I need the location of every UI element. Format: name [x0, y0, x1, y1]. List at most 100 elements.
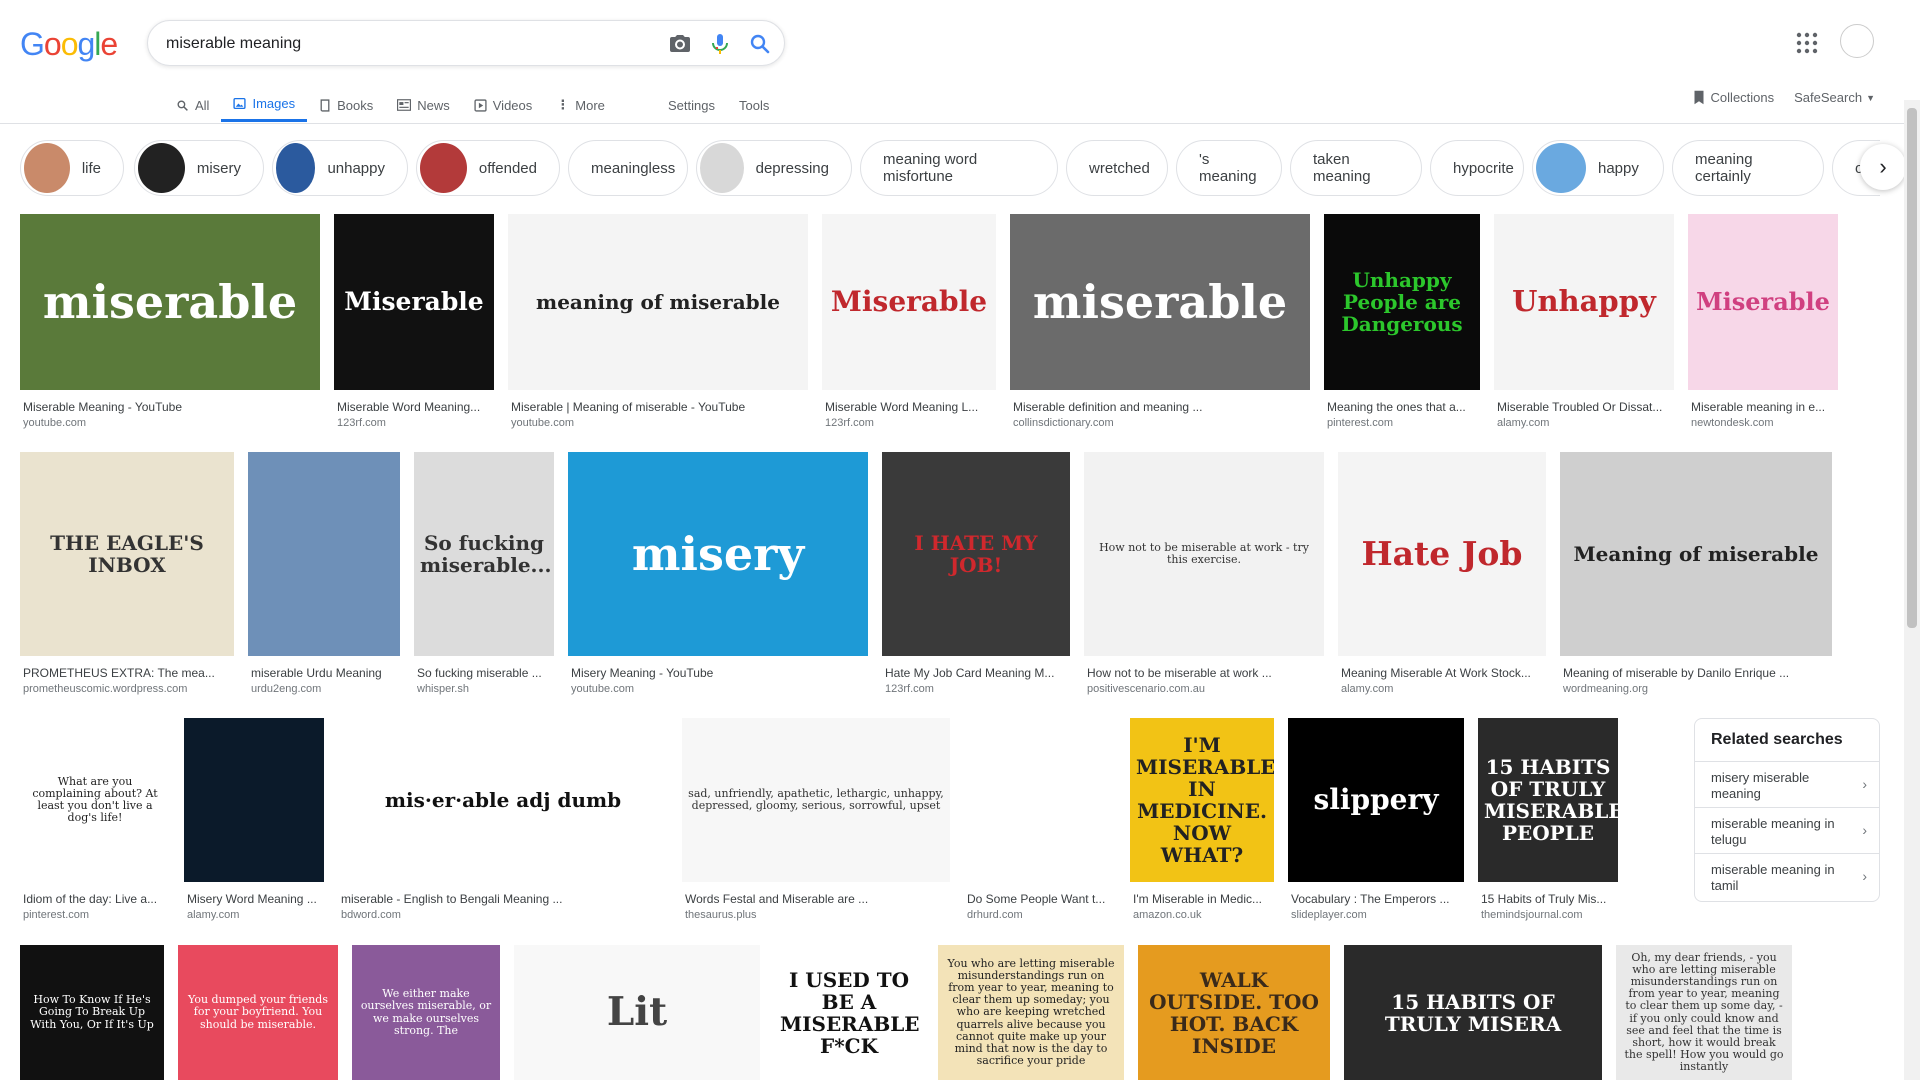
result-thumbnail[interactable]: misery [568, 452, 868, 656]
image-result[interactable]: 15 HABITS OF TRULY MISERABLE PEOPLE 15 Ha… [1478, 718, 1618, 921]
result-thumbnail[interactable]: Oh, my dear friends, - you who are letti… [1616, 945, 1792, 1080]
result-title[interactable]: How not to be miserable at work ... [1084, 666, 1324, 680]
result-title[interactable]: 15 Habits of Truly Mis... [1478, 892, 1618, 906]
chip-2[interactable]: misery [134, 140, 264, 196]
result-title[interactable]: miserable Urdu Meaning [248, 666, 400, 680]
result-thumbnail[interactable]: sad, unfriendly, apathetic, lethargic, u… [682, 718, 950, 882]
result-thumbnail[interactable]: Meaning of miserable [1560, 452, 1832, 656]
result-thumbnail[interactable]: How not to be miserable at work - try th… [1084, 452, 1324, 656]
microphone-icon[interactable] [708, 32, 732, 56]
chip-1[interactable]: life [20, 140, 124, 196]
result-thumbnail[interactable]: THE EAGLE'S INBOX [20, 452, 234, 656]
result-title[interactable]: Miserable Word Meaning L... [822, 400, 996, 414]
chip-7[interactable]: meaning word misfortune [860, 140, 1058, 196]
chip-4[interactable]: offended [416, 140, 560, 196]
result-thumbnail[interactable]: Miserable [822, 214, 996, 390]
result-thumbnail[interactable]: miserable [20, 214, 320, 390]
image-result[interactable]: You who are letting miserable misunderst… [938, 945, 1124, 1080]
result-thumbnail[interactable]: miserable [1010, 214, 1310, 390]
result-title[interactable]: I'm Miserable in Medic... [1130, 892, 1274, 906]
account-avatar[interactable] [1840, 24, 1874, 58]
result-thumbnail[interactable]: Miserable [334, 214, 494, 390]
image-result[interactable]: THE EAGLE'S INBOX PROMETHEUS EXTRA: The m… [20, 452, 234, 695]
result-title[interactable]: Hate My Job Card Meaning M... [882, 666, 1070, 680]
chip-12[interactable]: happy [1532, 140, 1664, 196]
apps-grid-icon[interactable] [1796, 32, 1818, 54]
result-thumbnail[interactable]: Miserable [1688, 214, 1838, 390]
result-thumbnail[interactable]: Unhappy [1494, 214, 1674, 390]
result-title[interactable]: So fucking miserable ... [414, 666, 554, 680]
result-thumbnail[interactable]: Lit [514, 945, 760, 1080]
chip-13[interactable]: meaning certainly [1672, 140, 1824, 196]
image-result[interactable]: Unhappy People are Dangerous Meaning the … [1324, 214, 1480, 429]
result-thumbnail[interactable]: 15 HABITS OF TRULY MISERABLE PEOPLE [1478, 718, 1618, 882]
image-result[interactable]: So fucking miserable... So fucking misera… [414, 452, 554, 695]
image-result[interactable]: Oh, my dear friends, - you who are letti… [1616, 945, 1792, 1080]
tab-more[interactable]: ⋮ More [544, 88, 617, 122]
result-title[interactable]: Vocabulary : The Emperors ... [1288, 892, 1464, 906]
result-title[interactable]: Do Some People Want t... [964, 892, 1116, 906]
result-title[interactable]: Misery Meaning - YouTube [568, 666, 868, 680]
tab-books[interactable]: Books [307, 88, 385, 122]
image-result[interactable]: We either make ourselves miserable, or w… [352, 945, 500, 1080]
result-title[interactable]: PROMETHEUS EXTRA: The mea... [20, 666, 234, 680]
result-thumbnail[interactable]: slippery [1288, 718, 1464, 882]
image-result[interactable]: I HATE MY JOB! Hate My Job Card Meaning M… [882, 452, 1070, 695]
image-result[interactable]: sad, unfriendly, apathetic, lethargic, u… [682, 718, 950, 921]
google-logo[interactable]: Google [20, 26, 118, 63]
chip-6[interactable]: depressing [696, 140, 852, 196]
related-search-item[interactable]: miserable meaning in telugu › [1695, 807, 1879, 853]
chip-11[interactable]: hypocrite [1430, 140, 1524, 196]
image-result[interactable]: I'M MISERABLE IN MEDICINE. NOW WHAT? I'm … [1130, 718, 1274, 921]
image-result[interactable]: miserable Miserable definition and meanin… [1010, 214, 1310, 429]
scrollbar-thumb[interactable] [1907, 108, 1917, 628]
result-title[interactable]: Meaning of miserable by Danilo Enrique .… [1560, 666, 1832, 680]
image-result[interactable]: meaning of miserable Miserable | Meaning … [508, 214, 808, 429]
result-thumbnail[interactable]: meaning of miserable [508, 214, 808, 390]
image-result[interactable]: I USED TO BE A MISERABLE F*CK [774, 945, 924, 1080]
image-result[interactable]: slippery Vocabulary : The Emperors ... sli… [1288, 718, 1464, 921]
tab-videos[interactable]: Videos [462, 88, 545, 122]
result-thumbnail[interactable]: I USED TO BE A MISERABLE F*CK [774, 945, 924, 1080]
image-result[interactable]: Hate Job Meaning Miserable At Work Stock.… [1338, 452, 1546, 695]
result-title[interactable]: Misery Word Meaning ... [184, 892, 324, 906]
result-title[interactable]: miserable - English to Bengali Meaning .… [338, 892, 668, 906]
image-result[interactable]: WALK OUTSIDE. TOO HOT. BACK INSIDE [1138, 945, 1330, 1080]
safesearch-menu[interactable]: SafeSearch ▼ [1794, 90, 1875, 105]
chip-10[interactable]: taken meaning [1290, 140, 1422, 196]
result-title[interactable]: Meaning the ones that a... [1324, 400, 1480, 414]
result-thumbnail[interactable]: We either make ourselves miserable, or w… [352, 945, 500, 1080]
result-title[interactable]: Miserable meaning in e... [1688, 400, 1838, 414]
image-result[interactable]: Miserable Miserable Word Meaning... 123rf.… [334, 214, 494, 429]
settings-link[interactable]: Settings [668, 98, 715, 113]
image-result[interactable]: Miserable Miserable meaning in e... newton… [1688, 214, 1838, 429]
chip-8[interactable]: wretched [1066, 140, 1168, 196]
result-thumbnail[interactable]: mis·er·able adj dumb [338, 718, 668, 882]
image-result[interactable]: Miserable Miserable Word Meaning L... 123r… [822, 214, 996, 429]
image-result[interactable]: Misery Word Meaning ... alamy.com [184, 718, 324, 921]
result-thumbnail[interactable]: I'M MISERABLE IN MEDICINE. NOW WHAT? [1130, 718, 1274, 882]
image-result[interactable]: miserable Miserable Meaning - YouTube yout… [20, 214, 320, 429]
result-title[interactable]: Miserable Word Meaning... [334, 400, 494, 414]
image-result[interactable]: How not to be miserable at work - try th… [1084, 452, 1324, 695]
image-result[interactable]: miserable Urdu Meaning urdu2eng.com [248, 452, 400, 695]
result-thumbnail[interactable]: What are you complaining about? At least… [20, 718, 170, 882]
result-thumbnail[interactable] [964, 718, 1116, 882]
result-title[interactable]: Miserable Meaning - YouTube [20, 400, 320, 414]
image-result[interactable]: 15 HABITS OF TRULY MISERA [1344, 945, 1602, 1080]
image-result[interactable]: mis·er·able adj dumb miserable - English … [338, 718, 668, 921]
search-input[interactable] [166, 33, 626, 55]
result-thumbnail[interactable]: You dumped your friends for your boyfrie… [178, 945, 338, 1080]
collections-link[interactable]: Collections [1693, 90, 1774, 105]
result-title[interactable]: Meaning Miserable At Work Stock... [1338, 666, 1546, 680]
image-result[interactable]: Unhappy Miserable Troubled Or Dissat... al… [1494, 214, 1674, 429]
result-thumbnail[interactable]: Hate Job [1338, 452, 1546, 656]
tab-news[interactable]: News [385, 88, 462, 122]
result-thumbnail[interactable]: So fucking miserable... [414, 452, 554, 656]
related-search-item[interactable]: misery miserable meaning › [1695, 761, 1879, 807]
tab-images[interactable]: Images [221, 88, 308, 122]
image-result[interactable]: Lit [514, 945, 760, 1080]
page-scrollbar[interactable] [1904, 100, 1920, 1080]
result-thumbnail[interactable]: Unhappy People are Dangerous [1324, 214, 1480, 390]
result-thumbnail[interactable] [184, 718, 324, 882]
